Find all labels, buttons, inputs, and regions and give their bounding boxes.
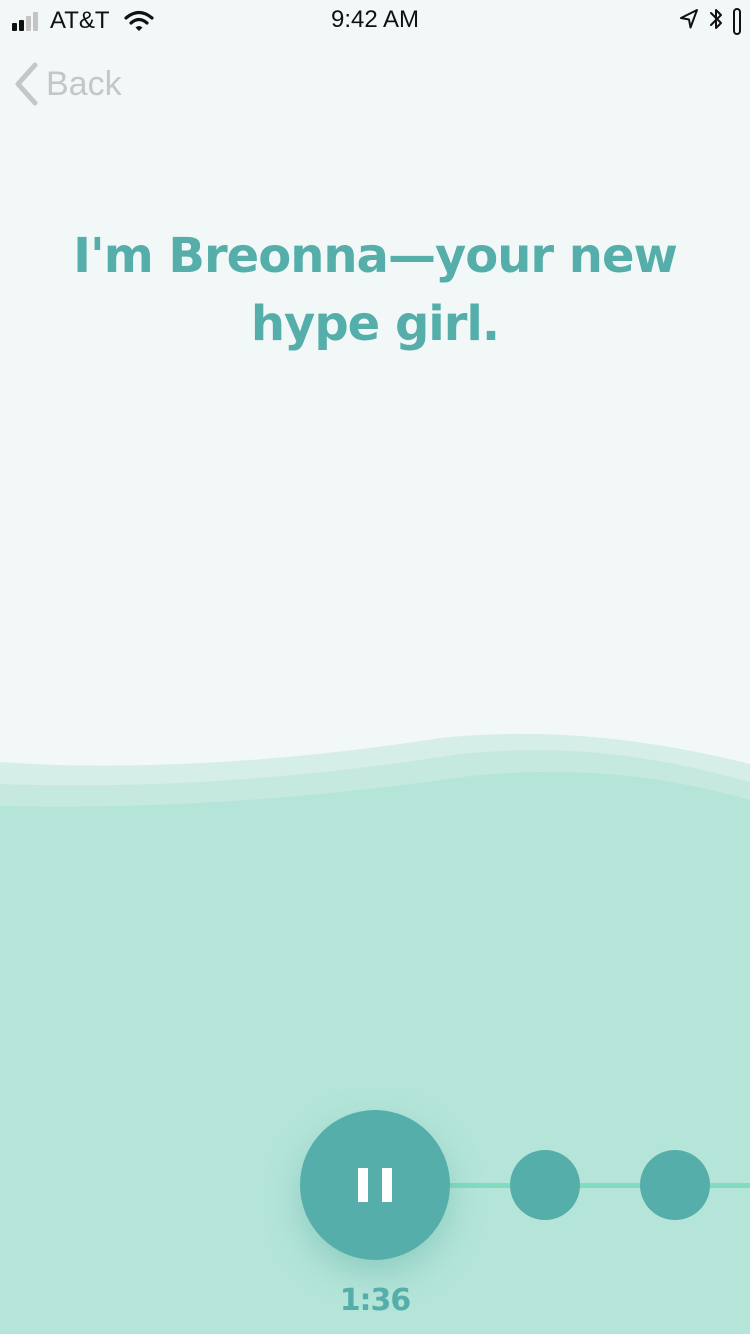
back-label: Back: [46, 64, 122, 103]
bluetooth-icon: [709, 7, 723, 35]
page-title: I'm Breonna—your new hype girl.: [73, 228, 678, 352]
chevron-left-icon: [15, 62, 38, 106]
carrier-name: AT&T: [50, 7, 110, 34]
step-dot[interactable]: [640, 1150, 710, 1220]
back-button[interactable]: Back: [14, 60, 122, 108]
status-bar: AT&T 9:42 AM: [0, 0, 750, 40]
pause-button[interactable]: [300, 1110, 450, 1260]
signal-icon: [12, 11, 40, 31]
wifi-icon: [123, 10, 154, 31]
location-arrow-icon: [679, 8, 699, 34]
battery-icon: [733, 7, 742, 35]
elapsed-time: 1:36: [339, 1283, 412, 1318]
status-right: [669, 7, 742, 35]
pause-icon: [358, 1168, 392, 1202]
status-left: AT&T: [12, 7, 154, 34]
step-dot[interactable]: [510, 1150, 580, 1220]
